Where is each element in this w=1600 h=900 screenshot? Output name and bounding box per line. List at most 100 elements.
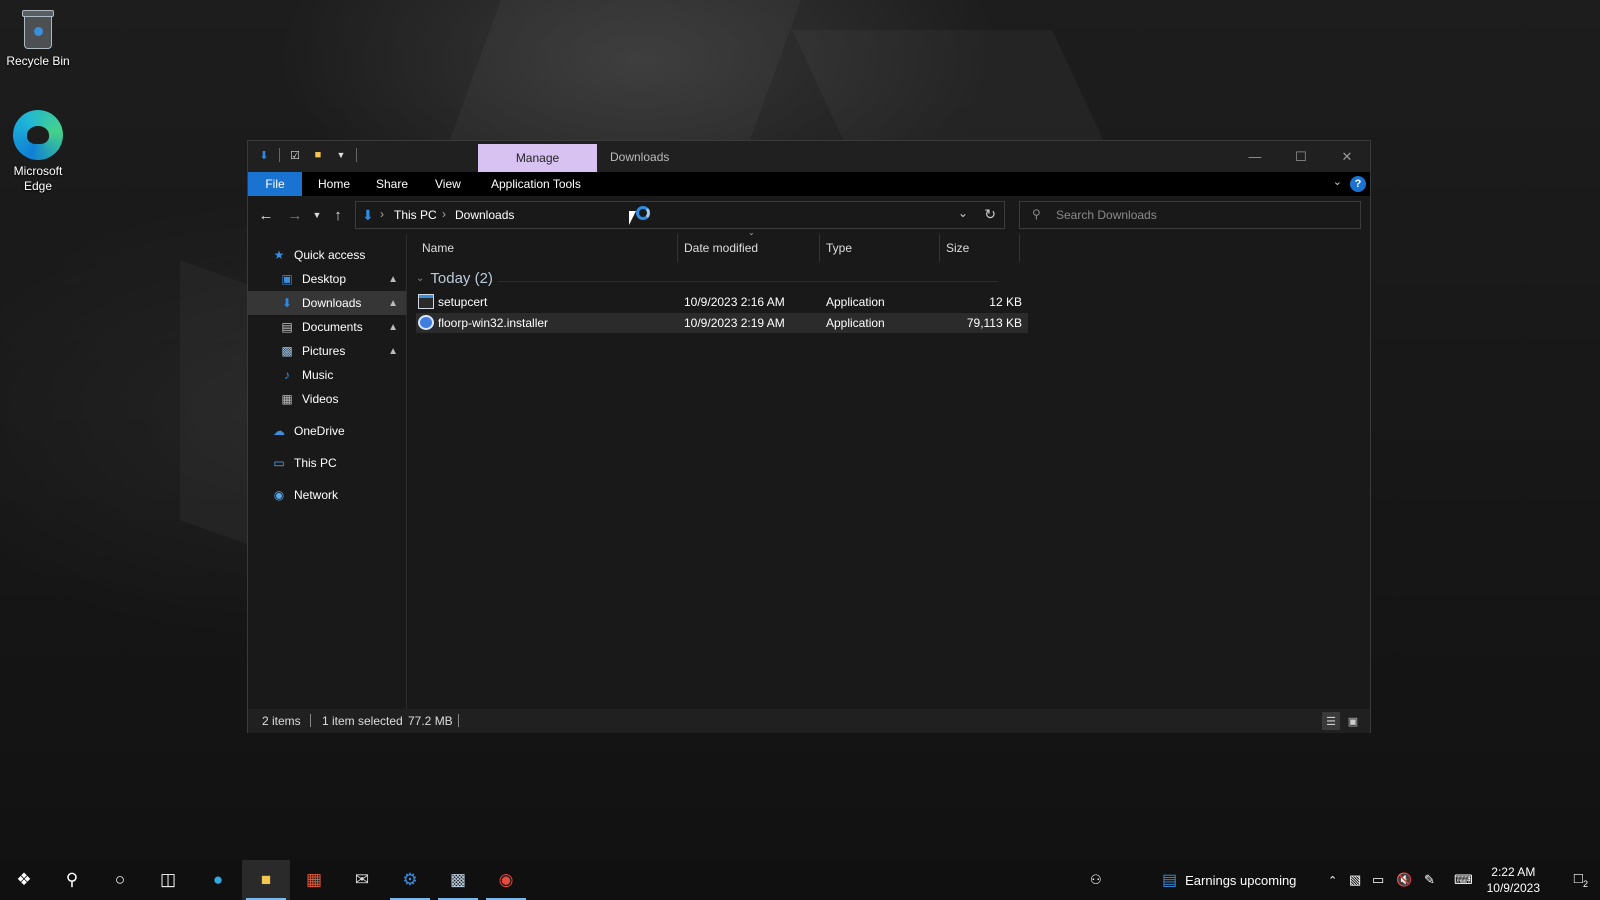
image-viewer-icon[interactable]: ▩ — [434, 860, 482, 900]
sidebar-item-label: Downloads — [302, 296, 362, 310]
settings-gear-icon[interactable]: ⚙ — [386, 860, 434, 900]
file-row-floorp-installer[interactable]: floorp-win32.installer 10/9/2023 2:19 AM… — [416, 313, 1028, 333]
usb-icon[interactable]: ▧ — [1349, 860, 1361, 900]
chevron-up-icon[interactable]: ⌃ — [1328, 860, 1337, 900]
sidebar-item-this-pc[interactable]: ▭ This PC — [248, 451, 406, 475]
sidebar-item-documents[interactable]: ▤ Documents ▲ — [248, 315, 406, 339]
volume-muted-icon[interactable]: 🔇 — [1396, 860, 1412, 900]
expand-ribbon-icon[interactable]: ⌄ — [1333, 175, 1342, 188]
file-type: Application — [826, 295, 885, 309]
news-widget-icon: ▤ — [1162, 872, 1178, 889]
column-header-name[interactable]: Name — [416, 234, 678, 262]
tab-application-tools[interactable]: Application Tools — [481, 172, 591, 196]
chevron-right-icon[interactable]: › — [380, 207, 384, 221]
start-icon[interactable]: ❖ — [0, 860, 48, 900]
computer-icon: ▭ — [273, 456, 285, 470]
breadcrumb-downloads[interactable]: Downloads — [455, 208, 514, 222]
tab-view[interactable]: View — [425, 172, 471, 196]
column-header-date-modified[interactable]: ⌄ Date modified — [678, 228, 820, 262]
documents-icon: ▤ — [281, 320, 293, 334]
maximize-icon[interactable]: ☐ — [1278, 141, 1324, 172]
chevron-down-icon[interactable]: ⌄ — [958, 206, 968, 220]
cortana-icon[interactable]: ○ — [96, 860, 144, 900]
star-icon: ★ — [273, 248, 285, 262]
up-icon[interactable]: ↑ — [328, 205, 348, 225]
taskbar: ❖ ⚲ ○ ◫ ● ■ ▦ ✉ ⚙ ▩ ◉ ⚇ ▤ Earnings upcom… — [0, 860, 1600, 900]
download-arrow-icon: ⬇ — [362, 207, 374, 223]
tab-share[interactable]: Share — [366, 172, 418, 196]
address-bar[interactable]: ⬇ › This PC › Downloads ⌄ ↻ — [355, 201, 1005, 229]
tab-file[interactable]: File — [248, 172, 302, 196]
help-icon[interactable]: ? — [1350, 176, 1366, 192]
tab-home[interactable]: Home — [308, 172, 360, 196]
weather-text: Earnings upcoming — [1185, 872, 1297, 888]
customize-toolbar-icon[interactable]: ▼ — [333, 147, 349, 163]
close-icon[interactable]: ✕ — [1324, 141, 1370, 172]
breadcrumb-this-pc[interactable]: This PC — [394, 208, 437, 222]
sidebar-item-downloads[interactable]: ⬇ Downloads ▲ — [248, 291, 406, 315]
sidebar-item-label: Music — [302, 368, 334, 382]
task-view-icon[interactable]: ◫ — [144, 860, 192, 900]
videos-icon: ▦ — [281, 392, 293, 406]
edge-icon[interactable]: ● — [194, 860, 242, 900]
status-divider — [458, 714, 459, 727]
clock[interactable]: 2:22 AM 10/9/2023 — [1487, 864, 1540, 896]
back-icon[interactable]: ← — [256, 205, 276, 225]
weather-widget[interactable]: ▤ Earnings upcoming — [1162, 860, 1296, 900]
store-icon[interactable]: ▦ — [290, 860, 338, 900]
desktop-icon-recycle-bin[interactable]: Recycle Bin — [0, 8, 76, 69]
pen-icon[interactable]: ✎ — [1424, 860, 1435, 900]
download-arrow-icon: ⬇ — [281, 296, 293, 310]
notification-center-icon[interactable]: □2 — [1574, 870, 1588, 889]
browser-app-icon[interactable]: ◉ — [482, 860, 530, 900]
status-item-count: 2 items — [262, 714, 301, 728]
desktop-folder-icon: ▣ — [281, 272, 293, 286]
sidebar-item-onedrive[interactable]: ☁ OneDrive — [248, 419, 406, 443]
file-row-setupcert[interactable]: setupcert 10/9/2023 2:16 AM Application … — [416, 292, 1028, 312]
new-folder-icon[interactable]: ■ — [310, 147, 326, 163]
sidebar-item-pictures[interactable]: ▩ Pictures ▲ — [248, 339, 406, 363]
file-size: 12 KB — [989, 295, 1022, 309]
navigation-pane: ★ Quick access ▣ Desktop ▲ ⬇ Downloads ▲… — [248, 234, 407, 709]
file-explorer-window: ⬇ ☑ ■ ▼ Manage Downloads — ☐ ✕ File Home… — [247, 140, 1371, 733]
search-input[interactable] — [1056, 207, 1346, 223]
details-view-icon[interactable]: ☰ — [1322, 712, 1340, 730]
ribbon-tabs: File Home Share View Application Tools ⌄… — [248, 172, 1370, 196]
sidebar-item-music[interactable]: ♪ Music — [248, 363, 406, 387]
download-arrow-icon[interactable]: ⬇ — [256, 147, 272, 163]
busy-spinner-icon — [636, 206, 650, 220]
column-header-label: Size — [946, 241, 970, 255]
desktop-icon-edge[interactable]: Microsoft Edge — [0, 110, 76, 194]
minimize-icon[interactable]: — — [1232, 141, 1278, 172]
network-icon: ◉ — [273, 488, 285, 502]
properties-icon[interactable]: ☑ — [287, 147, 303, 163]
column-header-type[interactable]: Type — [820, 234, 940, 262]
refresh-icon[interactable]: ↻ — [984, 206, 996, 223]
people-icon[interactable]: ⚇ — [1090, 860, 1102, 900]
file-explorer-icon[interactable]: ■ — [242, 860, 290, 900]
sidebar-item-quick-access[interactable]: ★ Quick access — [248, 243, 406, 267]
recent-locations-icon[interactable]: ▼ — [307, 205, 327, 225]
sort-caret-icon: ⌄ — [748, 228, 755, 237]
sidebar-item-label: Pictures — [302, 344, 346, 358]
keyboard-icon[interactable]: ⌨ — [1454, 860, 1473, 900]
forward-icon[interactable]: → — [285, 205, 305, 225]
network-icon[interactable]: ▭ — [1372, 860, 1384, 900]
notification-count: 2 — [1582, 879, 1588, 889]
search-box[interactable]: ⚲ — [1019, 201, 1361, 229]
group-header-today[interactable]: ⌄ Today (2) — [416, 270, 493, 287]
sidebar-item-label: OneDrive — [294, 424, 345, 438]
column-header-size[interactable]: Size — [940, 234, 1020, 262]
sidebar-item-desktop[interactable]: ▣ Desktop ▲ — [248, 267, 406, 291]
sidebar-item-videos[interactable]: ▦ Videos — [248, 387, 406, 411]
tab-manage[interactable]: Manage — [478, 144, 597, 172]
search-icon[interactable]: ⚲ — [48, 860, 96, 900]
mail-icon[interactable]: ✉ — [338, 860, 386, 900]
music-icon: ♪ — [284, 368, 290, 382]
sidebar-item-network[interactable]: ◉ Network — [248, 483, 406, 507]
status-bar: 2 items 1 item selected 77.2 MB ☰ ▣ — [248, 709, 1370, 733]
chevron-down-icon[interactable]: ⌄ — [416, 273, 424, 284]
large-icons-view-icon[interactable]: ▣ — [1344, 712, 1362, 730]
chevron-right-icon[interactable]: › — [442, 207, 446, 221]
group-label: Today (2) — [430, 270, 493, 287]
